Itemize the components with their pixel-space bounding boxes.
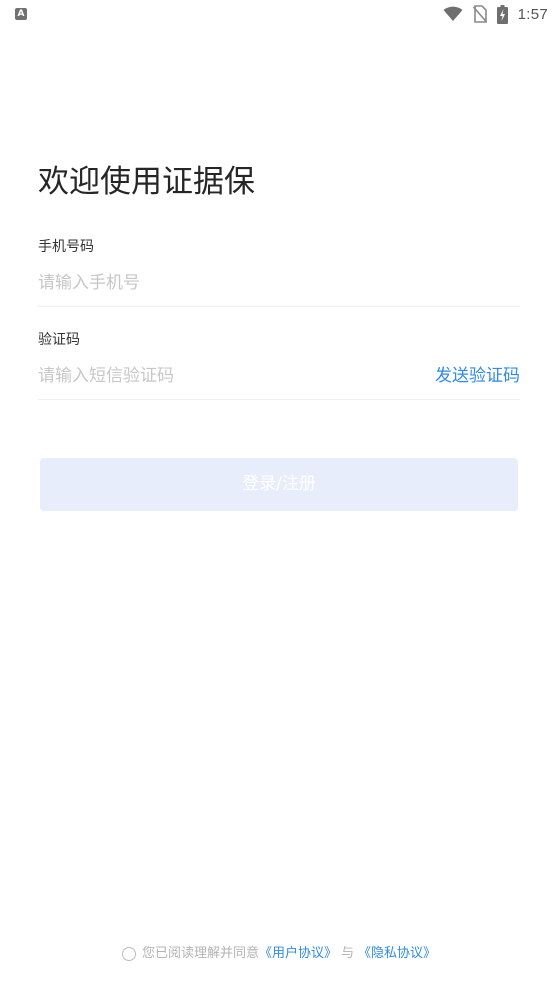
privacy-policy-link[interactable]: 《隐私协议》 bbox=[358, 944, 436, 964]
wifi-icon bbox=[443, 6, 463, 22]
status-bar: A 1:57 bbox=[0, 0, 558, 28]
status-icons: 1:57 bbox=[443, 4, 548, 24]
no-sim-icon bbox=[472, 5, 487, 23]
user-agreement-link[interactable]: 《用户协议》 bbox=[259, 944, 337, 964]
phone-divider bbox=[38, 306, 520, 307]
battery-charging-icon bbox=[496, 4, 508, 24]
login-register-button[interactable]: 登录/注册 bbox=[40, 458, 518, 511]
send-code-button[interactable]: 发送验证码 bbox=[435, 363, 520, 389]
notification-a-icon: A bbox=[15, 8, 27, 20]
phone-input[interactable] bbox=[38, 268, 518, 298]
code-divider bbox=[38, 399, 520, 400]
agreement-separator: 与 bbox=[341, 946, 355, 961]
welcome-title: 欢迎使用证据保 bbox=[38, 164, 255, 200]
code-label: 验证码 bbox=[38, 332, 80, 348]
agreement-prefix: 您已阅读理解并同意 bbox=[141, 946, 259, 961]
agree-radio[interactable] bbox=[121, 947, 136, 961]
agreement-row: 您已阅读理解并同意 《用户协议》 与 《隐私协议》 bbox=[0, 944, 558, 964]
status-time: 1:57 bbox=[517, 5, 548, 23]
code-input[interactable] bbox=[38, 361, 428, 391]
phone-label: 手机号码 bbox=[38, 239, 94, 255]
